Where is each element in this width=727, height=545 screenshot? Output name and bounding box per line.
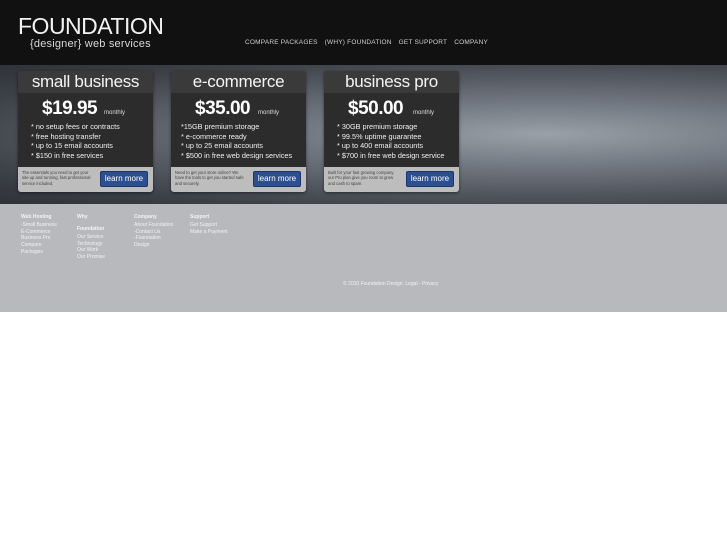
plan-description: The essentials you need to get your site…	[22, 170, 91, 186]
plan-feature: *15GB premium storage	[181, 122, 260, 131]
plan-card-e-commerce: e-commerce $35.00 monthly *15GB premium …	[171, 71, 306, 192]
footer-link[interactable]: E-Commerce	[21, 229, 57, 236]
plan-description: Built for your fast growing company, our…	[328, 170, 395, 186]
plan-period: monthly	[413, 110, 435, 116]
plan-feature: * up to 25 email accounts	[181, 141, 263, 151]
nav-company[interactable]: COMPANY	[454, 39, 488, 46]
main-nav: COMPARE PACKAGES (WHY) FOUNDATION GET SU…	[245, 39, 488, 46]
site-footer: Web Hosting -Small Business E-Commerce B…	[0, 204, 727, 312]
plan-feature: * 99.5% uptime guarantee	[337, 131, 422, 141]
plan-feature: * free hosting transfer	[31, 131, 101, 141]
footer-link[interactable]: Our Service	[77, 234, 105, 241]
footer-heading: Support	[190, 214, 210, 220]
footer-link[interactable]: -Contact Us	[134, 229, 173, 236]
plan-feature: * $700 in free web design service	[337, 150, 445, 160]
footer-link[interactable]: Get Support	[190, 222, 228, 229]
plan-feature: * e-commerce ready	[181, 131, 247, 141]
plan-title: business pro	[324, 71, 459, 93]
plan-footer: Built for your fast growing company, our…	[324, 167, 459, 192]
learn-more-button[interactable]: learn more	[253, 171, 301, 187]
footer-link[interactable]: Our Promise	[77, 254, 105, 261]
plan-card-business-pro: business pro $50.00 monthly * 30GB premi…	[324, 71, 459, 192]
site-header: FOUNDATION {designer} web services COMPA…	[0, 0, 727, 65]
plan-feature: * up to 15 email accounts	[31, 141, 113, 151]
logo-wordmark: FOUNDATION	[18, 13, 164, 39]
footer-link[interactable]: Business Pro	[21, 235, 57, 242]
learn-more-button[interactable]: learn more	[406, 171, 454, 187]
plan-features: * no setup fees or contracts * free host…	[31, 122, 120, 160]
plan-price: $50.00	[348, 98, 404, 119]
plan-footer: Need to get your store online? We have t…	[171, 167, 306, 192]
logo-tagline: {designer} web services	[30, 38, 151, 50]
footer-heading: Web Hosting	[21, 214, 52, 220]
plan-feature: * up to 400 email accounts	[337, 141, 423, 151]
footer-link[interactable]: Design	[134, 242, 173, 249]
plan-footer: The essentials you need to get your site…	[18, 167, 153, 192]
nav-get-support[interactable]: GET SUPPORT	[399, 39, 448, 46]
footer-col-company: Company About Foundation -Contact Us -Fo…	[134, 214, 173, 249]
plan-features: *15GB premium storage * e-commerce ready…	[181, 122, 292, 160]
footer-link[interactable]: Technology	[77, 241, 105, 248]
plan-feature: * $500 in free web design services	[181, 150, 293, 160]
footer-link[interactable]: Packages	[21, 249, 57, 256]
plan-period: monthly	[104, 110, 126, 116]
footer-heading: Company	[134, 214, 157, 220]
footer-heading-2: Foundation	[77, 226, 105, 232]
footer-link[interactable]: Compare	[21, 242, 57, 249]
plan-title: e-commerce	[171, 71, 306, 93]
footer-heading: Why	[77, 214, 88, 220]
footer-link[interactable]: Make a Payment	[190, 229, 228, 236]
plan-period: monthly	[258, 110, 280, 116]
nav-compare-packages[interactable]: COMPARE PACKAGES	[245, 39, 318, 46]
footer-col-support: Support Get Support Make a Payment	[190, 214, 228, 235]
learn-more-button[interactable]: learn more	[100, 171, 148, 187]
copyright-text: © 2010 Foundation Design. Legal - Privac…	[343, 281, 439, 287]
plan-feature: * no setup fees or contracts	[31, 122, 120, 131]
plan-features: * 30GB premium storage * 99.5% uptime gu…	[337, 122, 445, 160]
plan-price: $19.95	[42, 98, 98, 119]
plan-title: small business	[18, 71, 153, 93]
site-logo[interactable]: FOUNDATION {designer} web services	[18, 13, 164, 51]
plan-price: $35.00	[195, 98, 251, 119]
footer-link[interactable]: -Small Business	[21, 222, 57, 229]
nav-why-foundation[interactable]: (WHY) FOUNDATION	[325, 39, 392, 46]
plan-description: Need to get your store online? We have t…	[175, 170, 244, 186]
hero-plans: small business $19.95 monthly * no setup…	[0, 65, 727, 204]
footer-link[interactable]: About Foundation	[134, 222, 173, 229]
footer-col-web-hosting: Web Hosting -Small Business E-Commerce B…	[21, 214, 57, 256]
plan-feature: * $150 in free services	[31, 150, 104, 160]
plan-card-small-business: small business $19.95 monthly * no setup…	[18, 71, 153, 192]
footer-col-why-foundation: Why Foundation Our Service Technology Ou…	[77, 214, 105, 261]
footer-link[interactable]: Our Work	[77, 247, 105, 254]
footer-link[interactable]: -Foundation	[134, 235, 173, 242]
plan-feature: * 30GB premium storage	[337, 122, 418, 131]
